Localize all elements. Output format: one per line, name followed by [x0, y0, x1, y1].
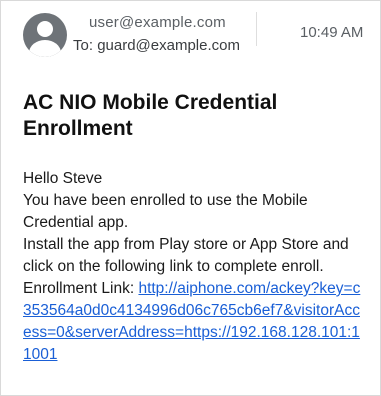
body-line-install: Install the app from Play store or App S… [23, 236, 349, 275]
body-line-enrolled: You have been enrolled to use the Mobile… [23, 192, 308, 231]
email-header: user@example.com To: guard@example.com 1… [0, 0, 381, 72]
avatar-head-shape [37, 21, 53, 37]
recipient-address: guard@example.com [97, 37, 240, 54]
email-subject: AC NIO Mobile Credential Enrollment [23, 91, 278, 140]
received-time: 10:49 AM [300, 24, 364, 41]
avatar-body-shape [29, 40, 61, 57]
header-divider [256, 12, 257, 46]
sender-address[interactable]: user@example.com [89, 14, 226, 31]
enrollment-link-line: Enrollment Link: http://aiphone.com/acke… [23, 278, 363, 366]
recipient-line[interactable]: To: guard@example.com [73, 37, 240, 54]
enrollment-link-label: Enrollment Link: [23, 280, 139, 297]
person-avatar-icon[interactable] [23, 13, 67, 57]
to-prefix: To: [73, 37, 98, 54]
email-body: Hello Steve You have been enrolled to us… [23, 168, 363, 366]
greeting: Hello Steve [23, 170, 103, 187]
